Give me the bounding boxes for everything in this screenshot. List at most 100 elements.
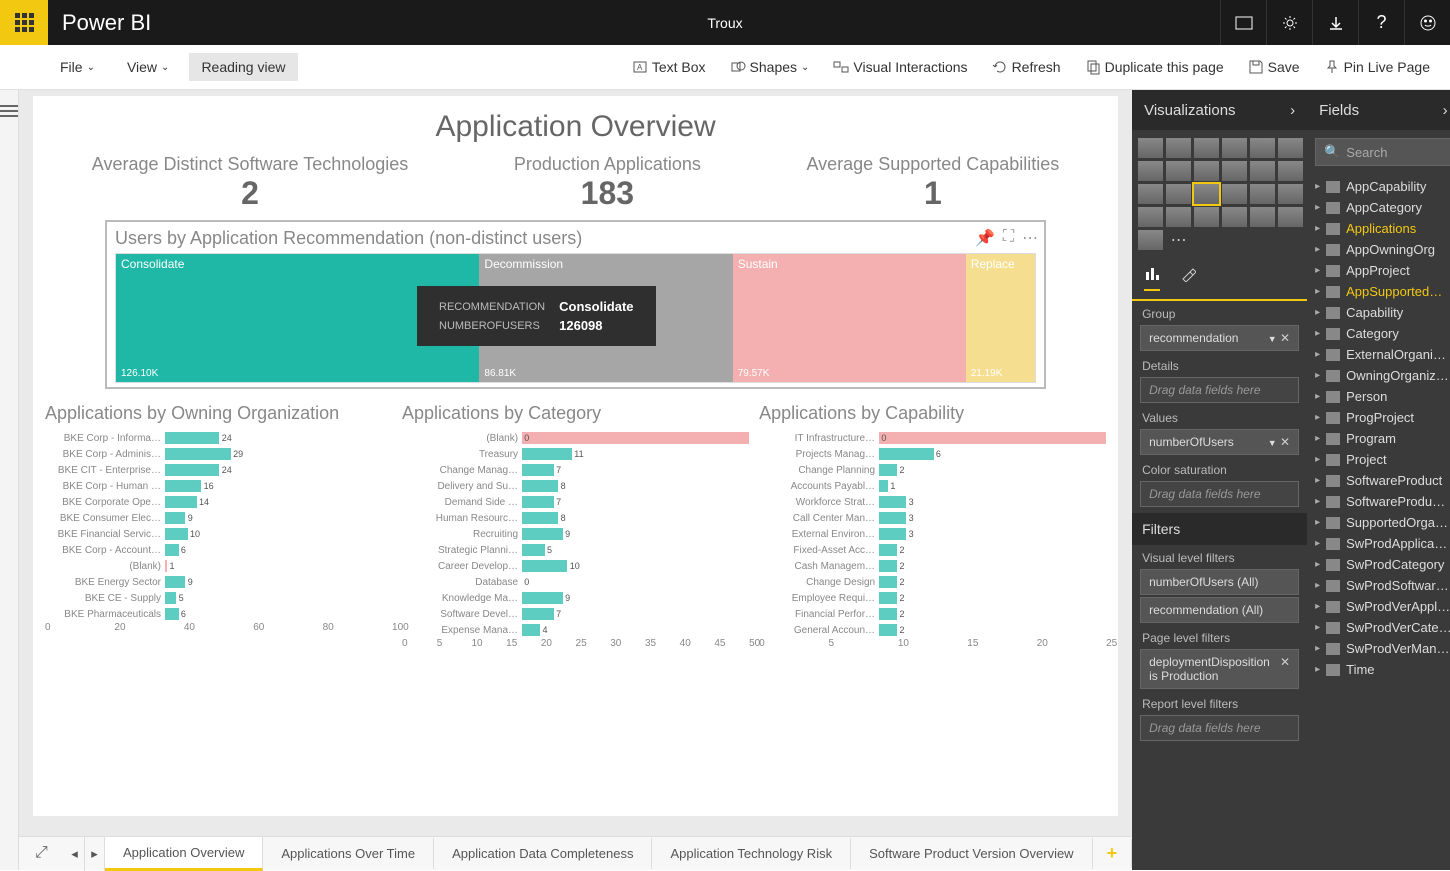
file-menu[interactable]: File ⌄	[48, 53, 107, 81]
fullscreen-icon[interactable]	[1220, 0, 1266, 45]
bar-row[interactable]: Employee Requi…2	[759, 590, 1106, 606]
fields-search[interactable]: 🔍Search	[1315, 138, 1450, 166]
bar-row[interactable]: BKE CIT - Enterprise…24	[45, 462, 392, 478]
field-table-item[interactable]: ▸Program	[1307, 428, 1450, 449]
field-table-item[interactable]: ▸SwProdVerMan…	[1307, 638, 1450, 659]
details-well[interactable]: Drag data fields here	[1140, 377, 1299, 403]
field-table-item[interactable]: ▸Capability	[1307, 302, 1450, 323]
rlf-well[interactable]: Drag data fields here	[1140, 715, 1299, 741]
field-table-item[interactable]: ▸Category	[1307, 323, 1450, 344]
report-canvas[interactable]: Application Overview Average Distinct So…	[33, 96, 1118, 816]
field-table-item[interactable]: ▸SwProdVerAppl…	[1307, 596, 1450, 617]
viz-type-item[interactable]	[1278, 138, 1303, 158]
bar-row[interactable]: Financial Perfor…2	[759, 606, 1106, 622]
field-table-item[interactable]: ▸Person	[1307, 386, 1450, 407]
vlf-2[interactable]: recommendation (All)	[1140, 597, 1299, 623]
bar-chart[interactable]: Applications by Category(Blank)0Treasury…	[402, 403, 749, 652]
bar-row[interactable]: Strategic Planni…5	[402, 542, 749, 558]
field-table-item[interactable]: ▸SupportedOrga…	[1307, 512, 1450, 533]
save-button[interactable]: Save	[1238, 53, 1310, 81]
treemap-cell[interactable]: Sustain79.57K	[733, 254, 966, 382]
bar-row[interactable]: External Environ…3	[759, 526, 1106, 542]
viz-more-icon[interactable]: ⋯	[1166, 230, 1191, 250]
bar-row[interactable]: Expense Mana…4	[402, 622, 749, 638]
bar-row[interactable]: BKE Corporate Ope…14	[45, 494, 392, 510]
view-menu[interactable]: View ⌄	[115, 53, 181, 81]
values-field-well[interactable]: numberOfUsers▼ ✕	[1140, 429, 1299, 455]
field-table-item[interactable]: ▸AppSupported…	[1307, 281, 1450, 302]
bar-row[interactable]: BKE Corp - Informa…24	[45, 430, 392, 446]
field-table-item[interactable]: ▸AppCategory	[1307, 197, 1450, 218]
viz-type-item[interactable]	[1138, 230, 1163, 250]
focus-icon[interactable]: ⛶	[1003, 228, 1014, 248]
kpi-card[interactable]: Average Distinct Software Technologies2	[92, 154, 409, 212]
bar-row[interactable]: BKE Corp - Adminis…29	[45, 446, 392, 462]
treemap-visual[interactable]: 📌 ⛶ ⋯ Users by Application Recommendatio…	[105, 220, 1046, 389]
viz-type-item[interactable]	[1166, 161, 1191, 181]
viz-type-item[interactable]	[1138, 184, 1163, 204]
bar-row[interactable]: BKE Consumer Elec…9	[45, 510, 392, 526]
field-table-item[interactable]: ▸SoftwareProduct	[1307, 470, 1450, 491]
vlf-1[interactable]: numberOfUsers (All)	[1140, 569, 1299, 595]
field-table-item[interactable]: ▸AppOwningOrg	[1307, 239, 1450, 260]
bar-row[interactable]: BKE Pharmaceuticals6	[45, 606, 392, 622]
plf-1[interactable]: deploymentDisposition✕is Production	[1140, 649, 1299, 689]
bar-row[interactable]: Projects Manag…6	[759, 446, 1106, 462]
viz-type-item[interactable]	[1166, 184, 1191, 204]
bar-row[interactable]: Call Center Man…3	[759, 510, 1106, 526]
bar-row[interactable]: IT Infrastructure…0	[759, 430, 1106, 446]
bar-row[interactable]: Database0	[402, 574, 749, 590]
visual-interactions-button[interactable]: Visual Interactions	[823, 53, 977, 81]
viz-type-item[interactable]	[1138, 207, 1163, 227]
bar-row[interactable]: Fixed-Asset Acc…2	[759, 542, 1106, 558]
viz-type-item[interactable]	[1194, 138, 1219, 158]
collapse-icon[interactable]: ›	[1290, 102, 1295, 119]
viz-type-item[interactable]	[1138, 161, 1163, 181]
viz-type-item[interactable]	[1138, 138, 1163, 158]
gear-icon[interactable]	[1266, 0, 1312, 45]
field-table-item[interactable]: ▸SwProdSoftwar…	[1307, 575, 1450, 596]
bar-row[interactable]: Change Manag…7	[402, 462, 749, 478]
fields-tab-icon[interactable]	[1144, 266, 1160, 291]
bar-row[interactable]: Cash Managem…2	[759, 558, 1106, 574]
group-field-well[interactable]: recommendation▼ ✕	[1140, 325, 1299, 351]
kpi-card[interactable]: Average Supported Capabilities1	[806, 154, 1059, 212]
bar-row[interactable]: Change Design2	[759, 574, 1106, 590]
field-table-item[interactable]: ▸SwProdCategory	[1307, 554, 1450, 575]
download-icon[interactable]	[1312, 0, 1358, 45]
viz-type-item[interactable]	[1194, 161, 1219, 181]
bar-row[interactable]: Knowledge Ma…9	[402, 590, 749, 606]
field-table-item[interactable]: ▸SwProdVerCate…	[1307, 617, 1450, 638]
bar-row[interactable]: BKE Energy Sector9	[45, 574, 392, 590]
field-table-item[interactable]: ▸SwProdApplica…	[1307, 533, 1450, 554]
nav-toggle-icon[interactable]	[0, 104, 18, 123]
pin-icon[interactable]: 📌	[975, 228, 995, 248]
bar-chart[interactable]: Applications by CapabilityIT Infrastruct…	[759, 403, 1106, 652]
viz-type-item[interactable]	[1250, 138, 1275, 158]
format-tab-icon[interactable]	[1180, 266, 1196, 291]
field-table-item[interactable]: ▸AppProject	[1307, 260, 1450, 281]
viz-type-item[interactable]	[1166, 138, 1191, 158]
bar-row[interactable]: (Blank)1	[45, 558, 392, 574]
expand-icon[interactable]: ⤢	[35, 844, 48, 862]
page-tab[interactable]: Application Technology Risk	[652, 838, 851, 869]
collapse-icon[interactable]: ›	[1443, 102, 1448, 119]
page-tab[interactable]: Applications Over Time	[263, 838, 434, 869]
more-icon[interactable]: ⋯	[1022, 228, 1038, 248]
field-table-item[interactable]: ▸SoftwareProdu…	[1307, 491, 1450, 512]
viz-type-item[interactable]	[1166, 207, 1191, 227]
field-table-item[interactable]: ▸OwningOrganiz…	[1307, 365, 1450, 386]
field-table-item[interactable]: ▸ExternalOrgani…	[1307, 344, 1450, 365]
bar-row[interactable]: Change Planning2	[759, 462, 1106, 478]
field-table-item[interactable]: ▸ProgProject	[1307, 407, 1450, 428]
viz-type-item[interactable]	[1250, 184, 1275, 204]
add-page-tab[interactable]: +	[1093, 839, 1133, 868]
viz-type-item[interactable]	[1222, 138, 1247, 158]
bar-row[interactable]: (Blank)0	[402, 430, 749, 446]
viz-type-item[interactable]	[1194, 207, 1219, 227]
bar-row[interactable]: General Accoun…2	[759, 622, 1106, 638]
app-launcher[interactable]	[0, 0, 48, 45]
viz-type-item[interactable]	[1222, 207, 1247, 227]
field-table-item[interactable]: ▸AppCapability	[1307, 176, 1450, 197]
field-table-item[interactable]: ▸Applications	[1307, 218, 1450, 239]
